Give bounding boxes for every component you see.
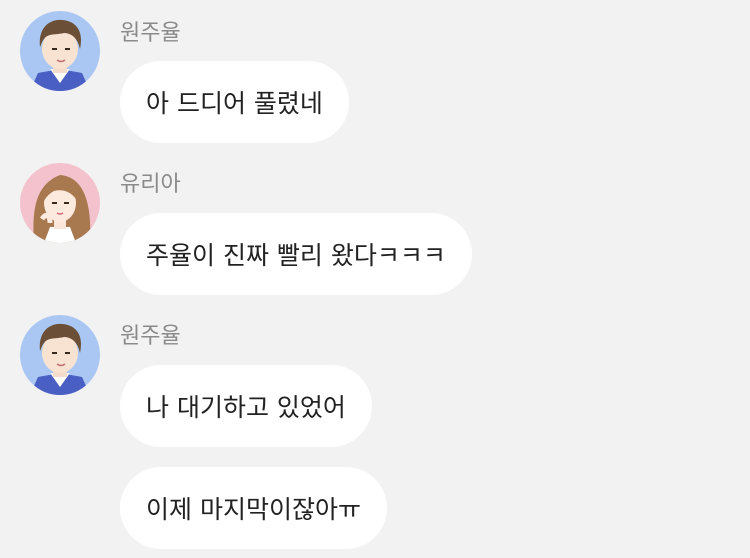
boy-avatar-icon[interactable] — [20, 315, 100, 395]
boy-avatar-icon[interactable] — [20, 11, 100, 91]
sender-name: 원주율 — [120, 324, 181, 349]
girl-avatar-icon[interactable] — [20, 163, 100, 243]
message-bubble[interactable]: 나 대기하고 있었어 — [120, 365, 372, 447]
message-bubble[interactable]: 이제 마지막이잖아ㅠ — [120, 467, 387, 549]
boy-avatar-image — [20, 11, 100, 91]
chat-view: 원주율 아 드디어 풀렸네 유리아 주율이 진짜 빨리 왔다ㅋㅋㅋ 원주율 나 … — [0, 0, 750, 558]
girl-avatar-image — [20, 163, 100, 243]
sender-name: 원주율 — [120, 21, 181, 46]
message-bubble[interactable]: 아 드디어 풀렸네 — [120, 61, 349, 143]
message-bubble[interactable]: 주율이 진짜 빨리 왔다ㅋㅋㅋ — [120, 213, 472, 295]
sender-name: 유리아 — [120, 172, 181, 197]
boy-avatar-image — [20, 315, 100, 395]
